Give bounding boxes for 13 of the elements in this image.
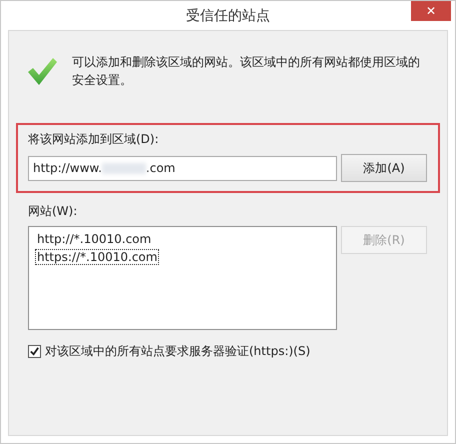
close-button[interactable]: ✕ bbox=[411, 1, 451, 21]
window-title: 受信任的站点 bbox=[186, 6, 270, 24]
url-input-field[interactable]: http://www. .com bbox=[28, 156, 337, 180]
sites-list[interactable]: http://*.10010.com https://*.10010.com bbox=[28, 226, 337, 330]
add-site-label: 将该网站添加到区域(D): bbox=[28, 131, 160, 148]
checkbox[interactable] bbox=[28, 345, 41, 358]
site-item[interactable]: https://*.10010.com bbox=[35, 249, 160, 265]
site-item[interactable]: http://*.10010.com bbox=[35, 231, 154, 247]
checkbox-label: 对该区域中的所有站点要求服务器验证(https:)(S) bbox=[45, 343, 310, 360]
add-button[interactable]: 添加(A) bbox=[341, 154, 427, 182]
sites-label: 网站(W): bbox=[28, 203, 78, 220]
info-text: 可以添加和删除该区域的网站。该区域中的所有网站都使用区域的安全设置。 bbox=[72, 54, 421, 89]
checkmark-icon bbox=[26, 55, 58, 87]
